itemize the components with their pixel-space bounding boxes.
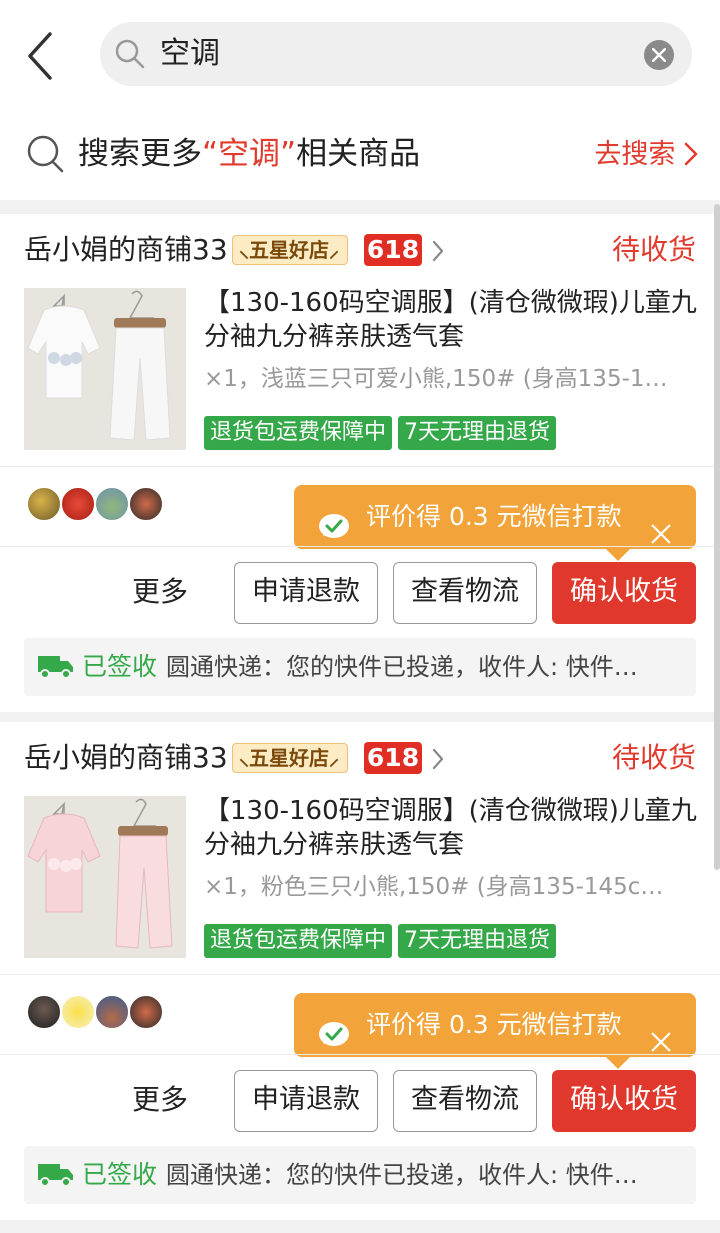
review-reward-tooltip[interactable]: 评价得 0.3 元微信打款 bbox=[294, 993, 696, 1069]
order-status: 待收货 bbox=[611, 741, 696, 774]
shop-name[interactable]: 岳小娟的商铺33 bbox=[24, 230, 228, 270]
service-tags: 退货包运费保障中 7天无理由退货 bbox=[204, 924, 562, 958]
search-query[interactable]: 空调 bbox=[160, 34, 220, 74]
wechat-pay-icon bbox=[318, 1010, 350, 1046]
five-star-badge: ⸜五星好店⸝ bbox=[232, 743, 348, 773]
avatar bbox=[60, 486, 96, 522]
more-button[interactable]: 更多 bbox=[132, 1080, 188, 1120]
logistics-bar[interactable]: 已签收 圆通快递：您的快件已投递，收件人: 快件… bbox=[24, 1146, 696, 1204]
order-card: 岳小娟的商铺33 ⸜五星好店⸝ 618 待收货 【130-160码空调服】(清仓… bbox=[0, 722, 720, 1220]
logistics-bar[interactable]: 已签收 圆通快递：您的快件已投递，收件人: 快件… bbox=[24, 638, 696, 696]
search-more-row[interactable]: 搜索更多“空调”相关商品 去搜索 bbox=[0, 110, 720, 200]
order-actions: 更多 申请退款 查看物流 确认收货 bbox=[0, 1068, 720, 1132]
truck-icon bbox=[38, 1160, 74, 1192]
order-card: 岳小娟的商铺33 ⸜五星好店⸝ 618 待收货 【130-160码空调服】(清仓… bbox=[0, 214, 720, 712]
search-input[interactable]: 空调 bbox=[100, 22, 692, 86]
service-tag: 7天无理由退货 bbox=[398, 416, 557, 450]
shop-header[interactable]: 岳小娟的商铺33 ⸜五星好店⸝ 618 待收货 bbox=[24, 738, 696, 778]
request-refund-button[interactable]: 申请退款 bbox=[234, 562, 378, 624]
truck-icon bbox=[38, 652, 74, 684]
search-icon bbox=[26, 134, 66, 178]
product-sku: ×1，粉色三只小熊,150# (身高135-145c… bbox=[204, 874, 664, 900]
avatar bbox=[60, 994, 96, 1030]
chevron-right-icon[interactable] bbox=[432, 748, 444, 774]
confirm-receipt-button[interactable]: 确认收货 bbox=[552, 562, 696, 624]
product-image[interactable] bbox=[24, 288, 186, 450]
order-actions: 更多 申请退款 查看物流 确认收货 bbox=[0, 560, 720, 624]
service-tags: 退货包运费保障中 7天无理由退货 bbox=[204, 416, 562, 450]
shop-header[interactable]: 岳小娟的商铺33 ⸜五星好店⸝ 618 待收货 bbox=[24, 230, 696, 270]
wechat-pay-icon bbox=[318, 502, 350, 538]
chevron-right-icon[interactable] bbox=[432, 240, 444, 266]
confirm-receipt-button[interactable]: 确认收货 bbox=[552, 1070, 696, 1132]
promo-618-badge: 618 bbox=[364, 742, 422, 774]
review-reward-tooltip[interactable]: 评价得 0.3 元微信打款 bbox=[294, 485, 696, 561]
product-sku: ×1，浅蓝三只可爱小熊,150# (身高135-1… bbox=[204, 366, 668, 392]
avatar bbox=[94, 486, 130, 522]
five-star-badge: ⸜五星好店⸝ bbox=[232, 235, 348, 265]
service-tag: 退货包运费保障中 bbox=[204, 416, 393, 450]
top-bar: 空调 bbox=[0, 0, 720, 110]
divider bbox=[0, 546, 720, 547]
review-reward-text: 评价得 0.3 元微信打款 bbox=[366, 502, 622, 531]
avatar bbox=[26, 486, 62, 522]
product-title[interactable]: 【130-160码空调服】(清仓微微瑕)儿童九分袖九分裤亲肤透气套 bbox=[204, 794, 698, 862]
view-logistics-button[interactable]: 查看物流 bbox=[393, 1070, 537, 1132]
back-arrow-icon[interactable] bbox=[22, 30, 62, 82]
more-button[interactable]: 更多 bbox=[132, 572, 188, 612]
shop-name[interactable]: 岳小娟的商铺33 bbox=[24, 738, 228, 778]
logistics-info: 圆通快递：您的快件已投递，收件人: 快件… bbox=[166, 1161, 638, 1189]
clear-icon[interactable] bbox=[644, 40, 674, 70]
avatar bbox=[94, 994, 130, 1030]
product-image[interactable] bbox=[24, 796, 186, 958]
divider bbox=[0, 1054, 720, 1055]
avatar bbox=[128, 486, 164, 522]
service-tag: 退货包运费保障中 bbox=[204, 924, 393, 958]
scrollbar[interactable] bbox=[714, 204, 720, 870]
logistics-status: 已签收 bbox=[82, 1160, 158, 1189]
service-tag: 7天无理由退货 bbox=[398, 924, 557, 958]
promo-618-badge: 618 bbox=[364, 234, 422, 266]
go-search-link[interactable]: 去搜索 bbox=[594, 136, 698, 174]
search-icon bbox=[114, 38, 146, 70]
search-more-text: 搜索更多“空调”相关商品 bbox=[78, 136, 421, 172]
logistics-info: 圆通快递：您的快件已投递，收件人: 快件… bbox=[166, 653, 638, 681]
divider bbox=[0, 466, 720, 467]
review-reward-text: 评价得 0.3 元微信打款 bbox=[366, 1010, 622, 1039]
order-status: 待收货 bbox=[611, 233, 696, 266]
request-refund-button[interactable]: 申请退款 bbox=[234, 1070, 378, 1132]
product-title[interactable]: 【130-160码空调服】(清仓微微瑕)儿童九分袖九分裤亲肤透气套 bbox=[204, 286, 698, 354]
logistics-status: 已签收 bbox=[82, 652, 158, 681]
view-logistics-button[interactable]: 查看物流 bbox=[393, 562, 537, 624]
avatar bbox=[128, 994, 164, 1030]
avatar bbox=[26, 994, 62, 1030]
divider bbox=[0, 974, 720, 975]
